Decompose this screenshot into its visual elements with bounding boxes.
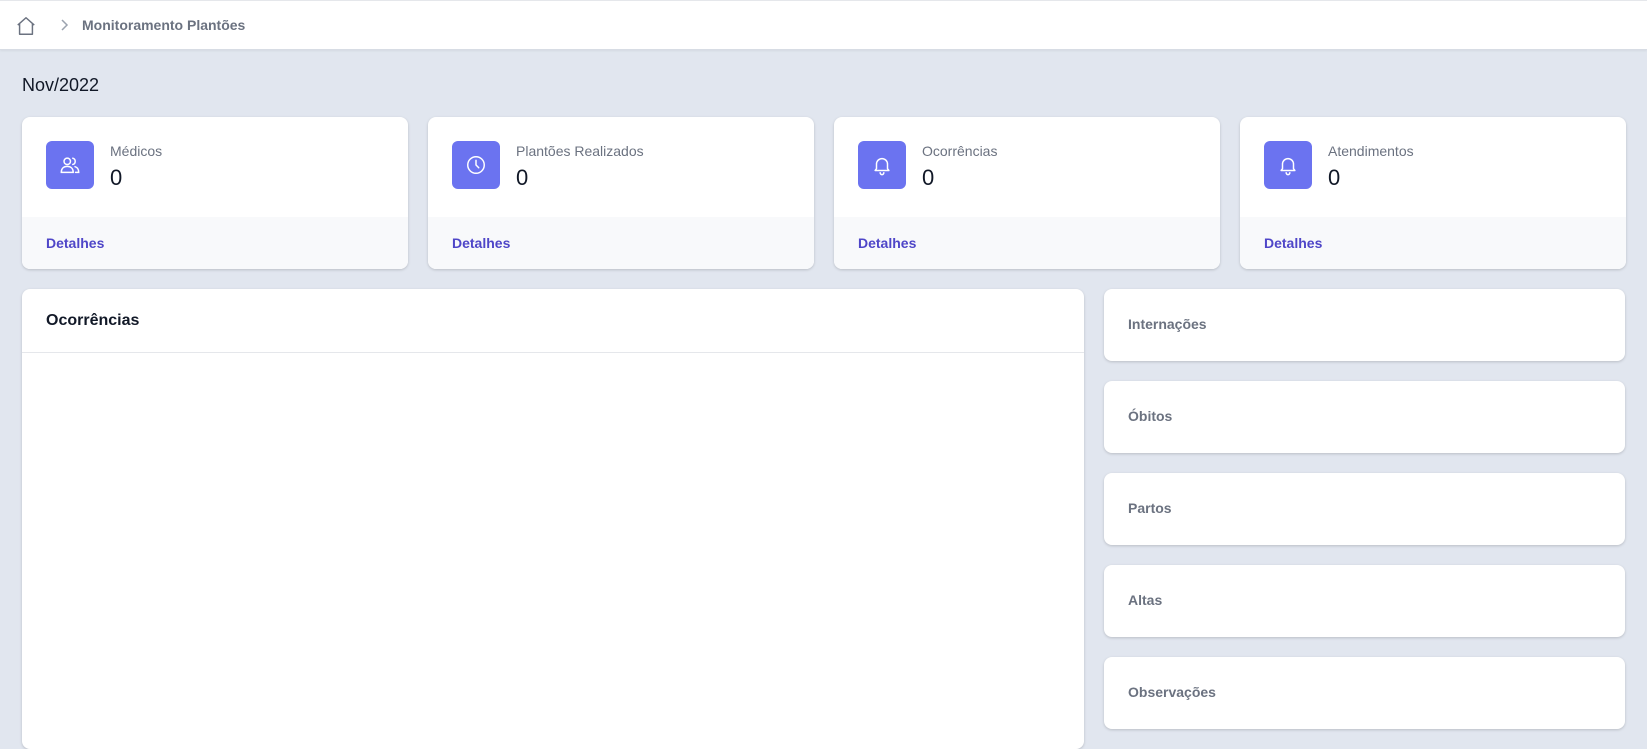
side-card-label: Óbitos	[1128, 408, 1173, 424]
side-card-label: Observações	[1128, 684, 1216, 700]
side-card-partos[interactable]: Partos	[1104, 473, 1625, 545]
stat-value: 0	[1328, 165, 1341, 190]
top-bar: Monitoramento Plantões	[0, 0, 1647, 50]
stat-card-atendimentos: Atendimentos 0 Detalhes	[1240, 117, 1626, 269]
details-link[interactable]: Detalhes	[46, 235, 104, 251]
side-card-label: Altas	[1128, 592, 1163, 608]
home-icon[interactable]	[14, 14, 38, 38]
stat-footer: Detalhes	[22, 217, 408, 269]
bell-icon	[858, 141, 906, 189]
page-title: Nov/2022	[22, 75, 100, 95]
stat-card-medicos: Médicos 0 Detalhes	[22, 117, 408, 269]
side-card-label: Internações	[1128, 316, 1207, 332]
stat-card-plantoes: Plantões Realizados 0 Detalhes	[428, 117, 814, 269]
stat-label: Médicos	[110, 143, 163, 159]
side-card-label: Partos	[1128, 500, 1172, 516]
stat-value: 0	[922, 165, 935, 190]
stat-label: Plantões Realizados	[516, 143, 644, 159]
stat-label: Ocorrências	[922, 143, 998, 159]
stat-label: Atendimentos	[1328, 143, 1414, 159]
stat-value: 0	[516, 165, 529, 190]
details-link[interactable]: Detalhes	[452, 235, 510, 251]
side-card-observacoes[interactable]: Observações	[1104, 657, 1625, 729]
users-icon	[46, 141, 94, 189]
side-card-internacoes[interactable]: Internações	[1104, 289, 1625, 361]
ocorrencias-panel: Ocorrências	[22, 289, 1084, 749]
details-link[interactable]: Detalhes	[1264, 235, 1322, 251]
stat-card-ocorrencias: Ocorrências 0 Detalhes	[834, 117, 1220, 269]
stat-footer: Detalhes	[428, 217, 814, 269]
stat-footer: Detalhes	[834, 217, 1220, 269]
clock-icon	[452, 141, 500, 189]
breadcrumb-current[interactable]: Monitoramento Plantões	[82, 17, 245, 33]
bell-icon	[1264, 141, 1312, 189]
stat-value: 0	[110, 165, 123, 190]
details-link[interactable]: Detalhes	[858, 235, 916, 251]
panel-header: Ocorrências	[22, 289, 1084, 353]
side-card-altas[interactable]: Altas	[1104, 565, 1625, 637]
stat-footer: Detalhes	[1240, 217, 1626, 269]
panel-title: Ocorrências	[46, 312, 140, 329]
side-card-obitos[interactable]: Óbitos	[1104, 381, 1625, 453]
chevron-right-icon	[58, 17, 70, 33]
